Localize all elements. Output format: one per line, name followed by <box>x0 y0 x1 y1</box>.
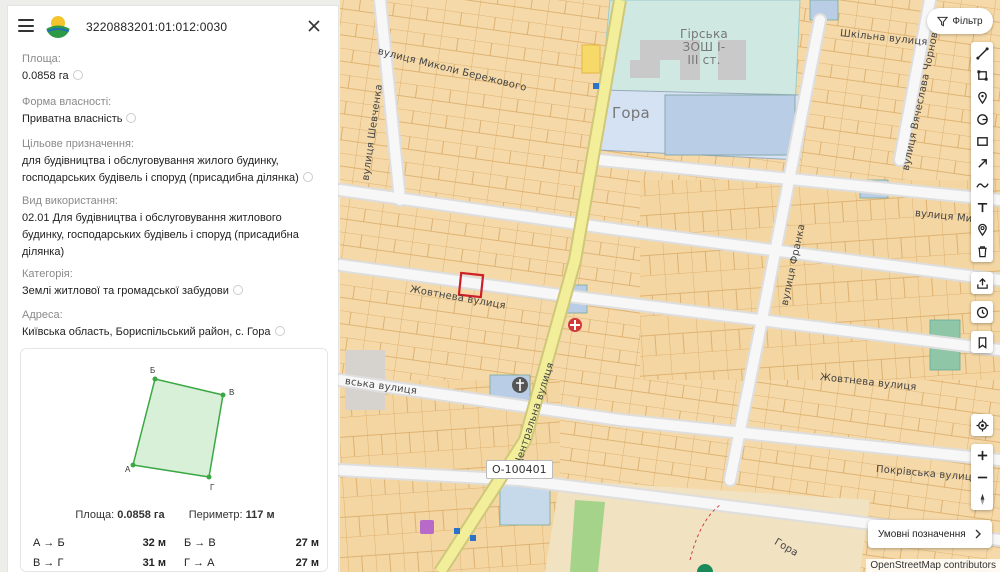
marker-icon[interactable] <box>971 86 993 108</box>
vertex-label-v: В <box>229 388 234 397</box>
field-area: Площа: 0.0858 га <box>22 52 83 85</box>
trash-icon[interactable] <box>971 240 993 262</box>
side-length: 27 м <box>295 557 319 569</box>
chevron-right-icon <box>975 529 981 539</box>
field-usage: Вид використання: 02.01 Для будівництва … <box>22 194 299 261</box>
perimeter-value: 117 м <box>245 509 275 521</box>
text-icon[interactable] <box>971 196 993 218</box>
field-ownership: Форма власності: Приватна власність <box>22 95 137 128</box>
zoom-in-icon[interactable] <box>971 444 993 466</box>
filter-icon <box>937 16 949 27</box>
field-label: Форма власності: <box>22 96 112 108</box>
zoom-toolbar <box>971 444 993 510</box>
side-name: А → Б <box>33 537 65 549</box>
location-toolbar <box>971 414 993 436</box>
legend-label: Умовні позначення <box>878 528 966 540</box>
field-label: Вид використання: <box>22 195 118 207</box>
info-icon[interactable] <box>302 172 313 182</box>
vertex-a <box>130 462 136 468</box>
field-address: Адреса: Київська область, Бориспільський… <box>22 308 285 341</box>
legend-button[interactable]: Умовні позначення <box>868 520 992 548</box>
side-length: 27 м <box>295 537 319 549</box>
rectangle-icon[interactable] <box>971 130 993 152</box>
info-icon[interactable] <box>232 285 243 295</box>
circle-icon[interactable] <box>971 108 993 130</box>
filter-label: Фільтр <box>952 15 983 27</box>
parcel-info-panel: 3220883201:01:012:0030 Площа: 0.0858 га … <box>8 6 338 572</box>
arrow-icon[interactable] <box>971 152 993 174</box>
line-measure-icon[interactable] <box>971 42 993 64</box>
field-label: Цільове призначення: <box>22 138 134 150</box>
info-icon[interactable] <box>72 70 83 80</box>
vertex-v <box>220 392 226 398</box>
field-purpose: Цільове призначення: для будівництва і о… <box>22 137 313 187</box>
info-icon[interactable] <box>126 113 137 123</box>
side-lengths-table: А → Б 32 м Б → В 27 м В → Г 31 м Г → А 27 м <box>33 533 319 572</box>
road-number-badge: О-100401 <box>486 460 553 479</box>
history-icon[interactable] <box>971 301 993 323</box>
my-location-icon[interactable] <box>971 414 993 436</box>
school-label: Гірська ЗОШ І- ІІІ ст. <box>680 27 728 67</box>
close-icon[interactable] <box>306 18 322 34</box>
drawing-toolbar <box>971 42 993 262</box>
side-name: В → Г <box>33 557 64 569</box>
field-value: Київська область, Бориспільський район, … <box>22 326 271 338</box>
field-value: Землі житлової та громадської забудови <box>22 285 229 297</box>
compass-icon[interactable] <box>971 488 993 510</box>
side-name: Б → В <box>184 537 216 549</box>
polygon-measure-icon[interactable] <box>971 64 993 86</box>
cadastral-number: 3220883201:01:012:0030 <box>86 20 228 34</box>
area-value: 0.0858 га <box>117 509 165 521</box>
field-category: Категорія: Землі житлової та громадської… <box>22 267 243 300</box>
history-toolbar <box>971 301 993 323</box>
village-label: Гора <box>612 104 650 122</box>
field-value: 02.01 Для будівництва і обслуговування ж… <box>22 212 299 258</box>
map-attribution[interactable]: OpenStreetMap contributors <box>866 559 1000 572</box>
parcel-shape-card: Б В Г А Площа: 0.0858 га Периметр: 117 м… <box>20 348 328 572</box>
panel-header: 3220883201:01:012:0030 <box>8 6 338 46</box>
field-value: 0.0858 га <box>22 70 69 82</box>
vertex-label-g: Г <box>210 483 215 492</box>
perimeter-label: Периметр: <box>188 509 243 521</box>
vertex-label-b: Б <box>150 366 155 375</box>
app-logo[interactable] <box>46 14 70 38</box>
field-value: для будівництва і обслуговування жилого … <box>22 155 299 184</box>
location-pin-icon[interactable] <box>971 218 993 240</box>
parcel-shape-diagram: Б В Г А <box>125 366 234 492</box>
field-value: Приватна власність <box>22 113 123 125</box>
side-row: А → Б 32 м Б → В 27 м <box>33 533 319 553</box>
vertex-label-a: А <box>125 465 131 474</box>
bookmark-icon[interactable] <box>971 331 993 353</box>
side-length: 32 м <box>142 537 166 549</box>
side-row: В → Г 31 м Г → А 27 м <box>33 553 319 572</box>
field-label: Адреса: <box>22 309 63 321</box>
shape-summary: Площа: 0.0858 га Периметр: 117 м <box>21 509 329 521</box>
vertex-b <box>152 376 158 382</box>
zoom-out-icon[interactable] <box>971 466 993 488</box>
freehand-icon[interactable] <box>971 174 993 196</box>
share-icon[interactable] <box>971 272 993 294</box>
share-toolbar <box>971 272 993 294</box>
bookmark-toolbar <box>971 331 993 353</box>
info-icon[interactable] <box>274 326 285 336</box>
filter-button[interactable]: Фільтр <box>927 8 993 34</box>
area-label: Площа: <box>75 509 115 521</box>
side-length: 31 м <box>142 557 166 569</box>
side-name: Г → А <box>184 557 215 569</box>
field-label: Площа: <box>22 53 61 65</box>
field-label: Категорія: <box>22 268 73 280</box>
vertex-g <box>206 474 212 480</box>
menu-icon[interactable] <box>18 19 34 32</box>
